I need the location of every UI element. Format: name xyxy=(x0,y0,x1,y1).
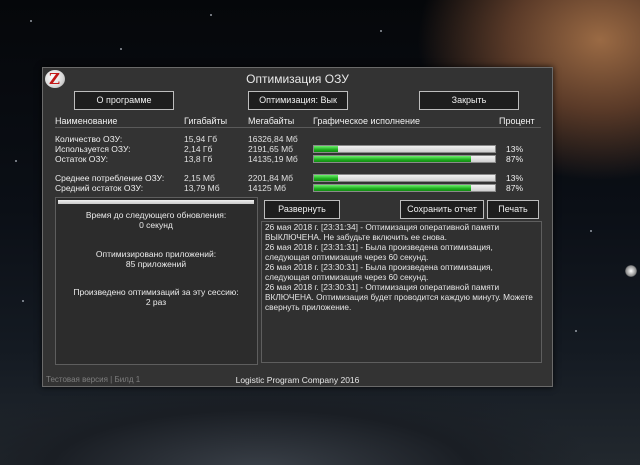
column-megabytes-header: Мегабайты xyxy=(248,116,295,126)
log-line: ВКЛЮЧЕНА. Оптимизация будет проводится к… xyxy=(265,292,533,302)
used-ram-mb: 2191,65 Мб xyxy=(248,144,294,154)
avg-free-ram-mb: 14125 Мб xyxy=(248,183,286,193)
avg-free-ram-label: Средний остаток ОЗУ: xyxy=(55,183,144,193)
mouse-cursor-icon xyxy=(625,265,637,277)
log-line: следующая оптимизация через 60 секунд. xyxy=(265,272,429,282)
window-title: Оптимизация ОЗУ xyxy=(246,72,349,86)
log-line: 26 мая 2018 г. [23:31:31] - Была произве… xyxy=(265,242,493,252)
optimized-apps-label: Оптимизировано приложений: xyxy=(95,249,217,259)
avg-free-ram-progress-fill xyxy=(314,185,472,191)
update-progress-bar xyxy=(58,200,254,204)
log-line: 26 мая 2018 г. [23:30:31] - Оптимизация … xyxy=(265,282,500,292)
star xyxy=(590,230,592,232)
column-name-header: Наименование xyxy=(55,116,118,126)
star xyxy=(120,48,122,50)
avg-used-ram-label: Среднее потребление ОЗУ: xyxy=(55,173,165,183)
log-line: 26 мая 2018 г. [23:30:31] - Была произве… xyxy=(265,262,493,272)
optimizations-count-value: 2 раз xyxy=(145,297,167,307)
log-textarea[interactable]: 26 мая 2018 г. [23:31:34] - Оптимизация … xyxy=(261,221,542,363)
total-ram-gb: 15,94 Гб xyxy=(184,134,218,144)
optimized-apps-value: 85 приложений xyxy=(125,259,187,269)
star xyxy=(575,330,577,332)
total-ram-mb: 16326,84 Мб xyxy=(248,134,298,144)
avg-used-ram-progress-bar xyxy=(313,174,496,182)
used-ram-progress-bar xyxy=(313,145,496,153)
column-graphic-header: Графическое исполнение xyxy=(313,116,420,126)
next-update-value: 0 секунд xyxy=(139,220,173,230)
company-label: Logistic Program Company 2016 xyxy=(235,375,360,385)
about-button[interactable]: О программе xyxy=(74,91,174,110)
close-button[interactable]: Закрыть xyxy=(419,91,519,110)
used-ram-gb: 2,14 Гб xyxy=(184,144,213,154)
free-ram-percent: 87% xyxy=(506,154,524,164)
log-line: 26 мая 2018 г. [23:31:34] - Оптимизация … xyxy=(265,222,500,232)
free-ram-mb: 14135,19 Мб xyxy=(248,154,298,164)
divider xyxy=(55,127,541,128)
avg-free-ram-gb: 13,79 Мб xyxy=(184,183,220,193)
info-panel: Время до следующего обновления: 0 секунд… xyxy=(55,197,258,365)
free-ram-label: Остаток ОЗУ: xyxy=(55,154,109,164)
column-gigabytes-header: Гигабайты xyxy=(184,116,228,126)
used-ram-percent: 13% xyxy=(506,144,524,154)
avg-used-ram-mb: 2201,84 Мб xyxy=(248,173,294,183)
avg-used-ram-gb: 2,15 Мб xyxy=(184,173,215,183)
log-line: свернуть приложение. xyxy=(265,302,352,312)
star xyxy=(15,160,17,162)
log-line: ВЫКЛЮЧЕНА. Не забудьте включить ее снова… xyxy=(265,232,447,242)
avg-free-ram-percent: 87% xyxy=(506,183,524,193)
avg-free-ram-progress-bar xyxy=(313,184,496,192)
optimization-toggle-button[interactable]: Оптимизация: Вык xyxy=(248,91,348,110)
log-line: следующая оптимизация через 60 секунд. xyxy=(265,252,429,262)
save-report-button[interactable]: Сохранить отчет xyxy=(400,200,484,219)
expand-button[interactable]: Развернуть xyxy=(264,200,340,219)
optimizations-count-label: Произведено оптимизаций за эту сессию: xyxy=(73,287,239,297)
avg-used-ram-percent: 13% xyxy=(506,173,524,183)
avg-used-ram-progress-fill xyxy=(314,175,338,181)
total-ram-label: Количество ОЗУ: xyxy=(55,134,123,144)
column-percent-header: Процент xyxy=(499,116,535,126)
used-ram-label: Используется ОЗУ: xyxy=(55,144,131,154)
star xyxy=(22,300,24,302)
star xyxy=(380,30,382,32)
next-update-label: Время до следующего обновления: xyxy=(85,210,227,220)
used-ram-progress-fill xyxy=(314,146,338,152)
free-ram-progress-bar xyxy=(313,155,496,163)
star xyxy=(210,14,212,16)
print-button[interactable]: Печать xyxy=(487,200,539,219)
star xyxy=(30,20,32,22)
free-ram-gb: 13,8 Гб xyxy=(184,154,213,164)
free-ram-progress-fill xyxy=(314,156,472,162)
